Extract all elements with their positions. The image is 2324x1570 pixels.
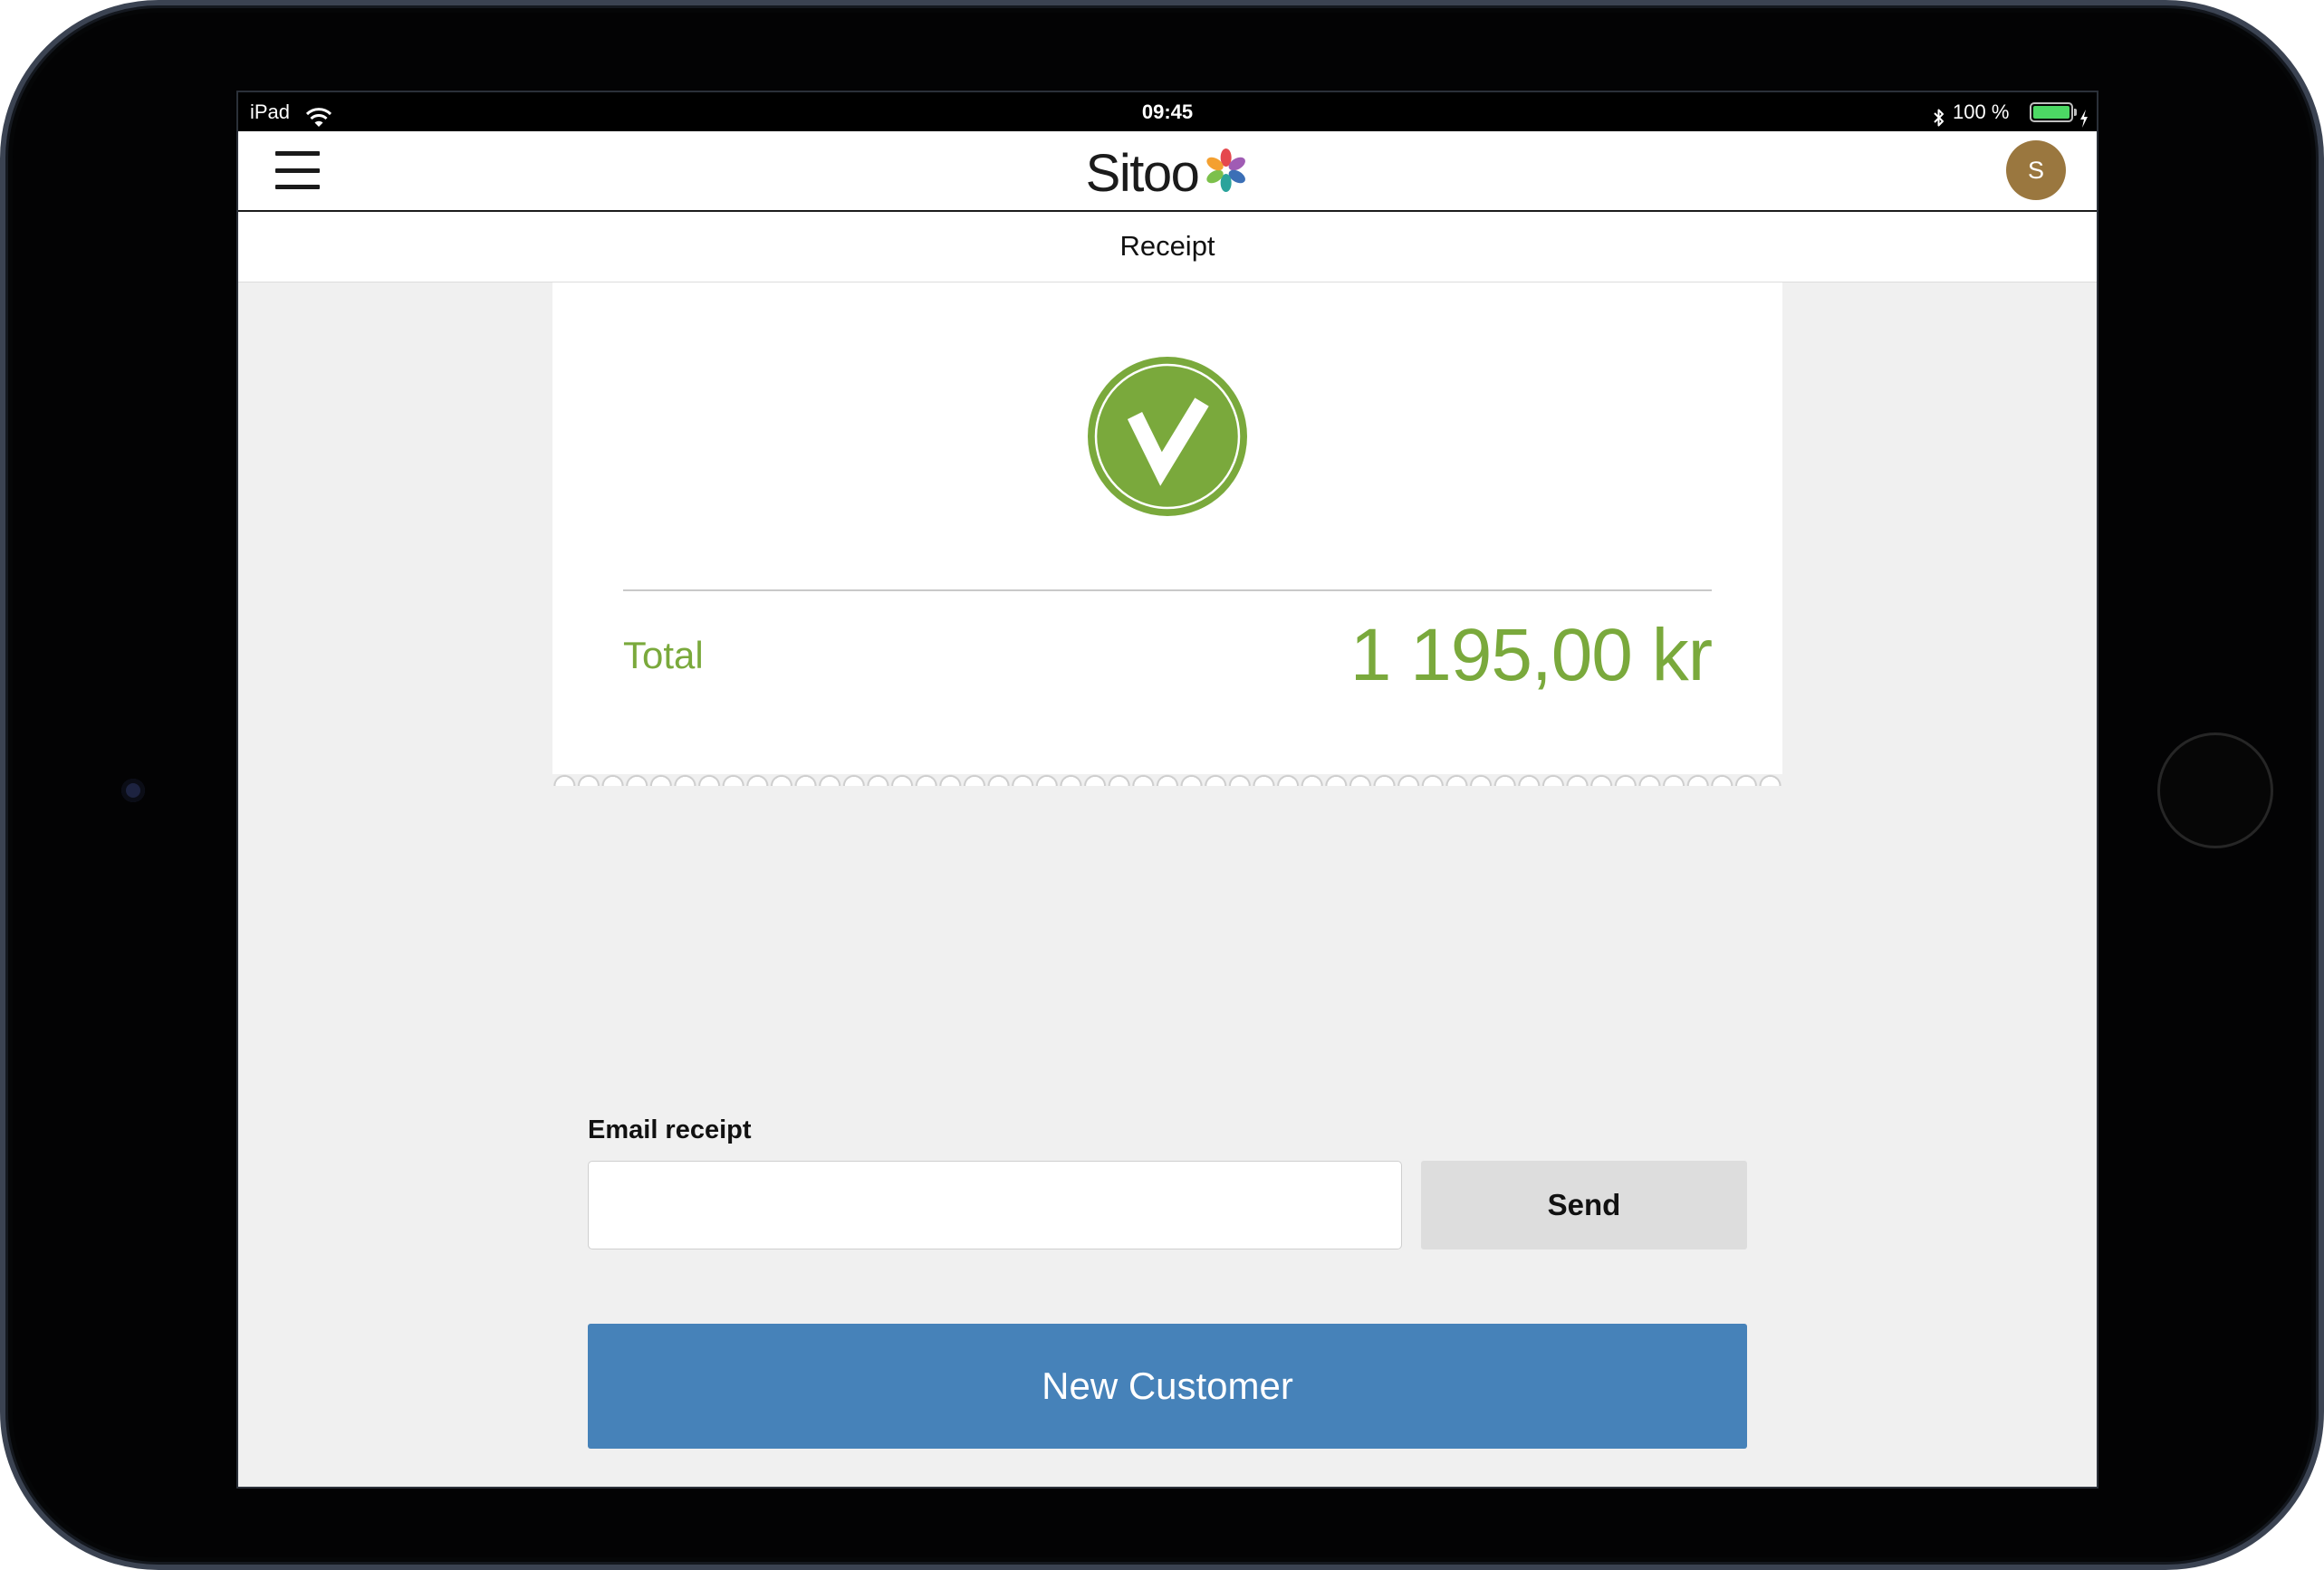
receipt-torn-edge: [552, 774, 1782, 786]
sitoo-logo: Sitoo: [1086, 131, 1250, 210]
email-receipt-label: Email receipt: [588, 1115, 752, 1144]
check-icon: [1088, 357, 1247, 516]
send-button[interactable]: Send: [1421, 1161, 1747, 1249]
menu-icon[interactable]: [275, 151, 320, 189]
receipt-divider: [623, 589, 1712, 591]
user-avatar[interactable]: S: [2006, 140, 2066, 200]
email-input[interactable]: [588, 1161, 1402, 1249]
menu-bar: [275, 185, 320, 189]
menu-bar: [275, 168, 320, 173]
battery-percentage: 100 %: [1953, 101, 2010, 123]
clock: 09:45: [1141, 101, 1194, 123]
receipt-card: Total 1 195,00 kr: [552, 282, 1782, 786]
menu-bar: [275, 151, 320, 156]
logo-text: Sitoo: [1085, 143, 1200, 203]
avatar-initial: S: [2027, 156, 2044, 184]
app-screen: iPad 09:45 100 % Sitoo S Receipt Total 1…: [238, 92, 2097, 1487]
ipad-frame: iPad 09:45 100 % Sitoo S Receipt Total 1…: [0, 0, 2324, 1570]
total-row: Total 1 195,00 kr: [623, 610, 1713, 701]
total-label: Total: [623, 634, 704, 676]
status-bar: iPad 09:45 100 %: [238, 92, 2097, 131]
new-customer-button[interactable]: New Customer: [588, 1324, 1747, 1449]
app-header: Sitoo S: [238, 131, 2097, 212]
page-title: Receipt: [1119, 230, 1215, 262]
logo-flower-icon: [1206, 148, 1245, 192]
battery-nub: [2074, 109, 2077, 116]
battery-icon: [2030, 102, 2077, 122]
total-amount: 1 195,00 kr: [1349, 614, 1713, 696]
front-camera: [121, 779, 145, 802]
home-button: [2157, 732, 2273, 848]
battery-level-fill: [2033, 106, 2070, 119]
page-title-bar: Receipt: [238, 212, 2097, 282]
